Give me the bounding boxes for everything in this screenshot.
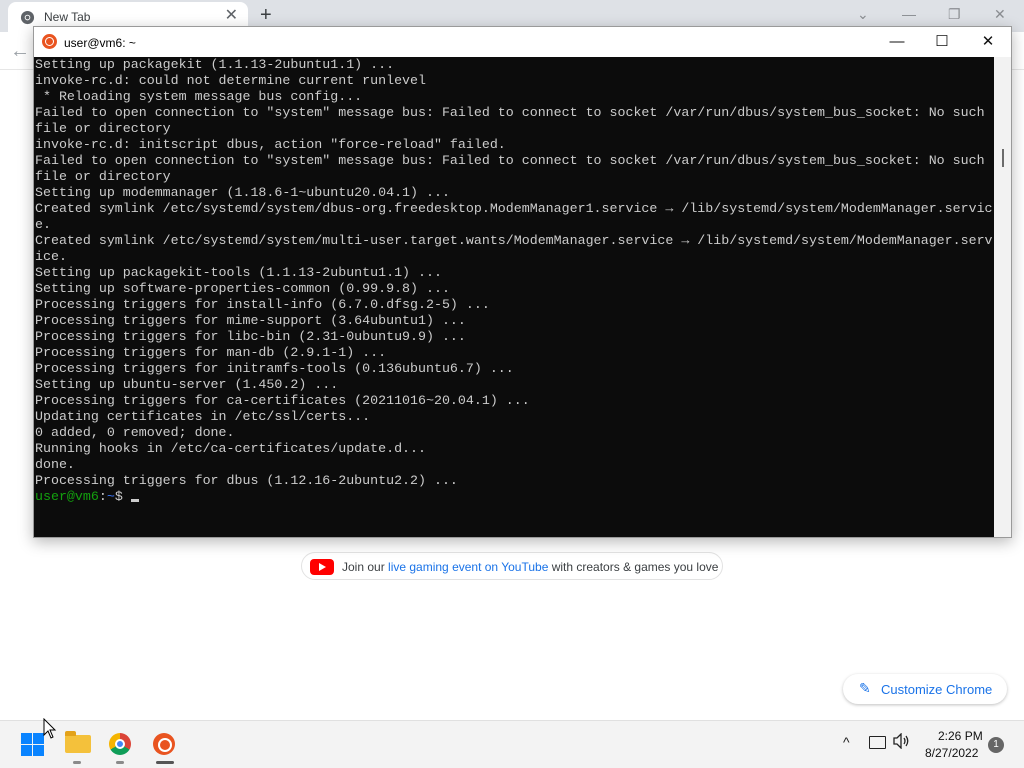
terminal-line: Processing triggers for initramfs-tools …: [35, 361, 514, 376]
pencil-icon: ✎: [859, 680, 871, 696]
terminal-line: done.: [35, 457, 75, 472]
terminal-line: ice.: [35, 249, 67, 264]
file-explorer-indicator: [73, 761, 81, 764]
ubuntu-taskbar-icon[interactable]: [150, 729, 180, 759]
volume-glyph: [893, 732, 909, 750]
text-cursor: [130, 499, 139, 502]
terminal-titlebar[interactable]: user@vm6: ~ — ☐ ✕: [34, 27, 1011, 57]
taskbar: ^ 2:26 PM 8/27/2022 1: [0, 720, 1024, 768]
terminal-lines: Setting up packagekit (1.1.13-2ubuntu1.1…: [35, 57, 994, 489]
volume-icon[interactable]: [893, 732, 911, 754]
terminal-line: Failed to open connection to "system" me…: [35, 105, 985, 120]
chrome-indicator: [116, 761, 124, 764]
terminal-line: Processing triggers for ca-certificates …: [35, 393, 530, 408]
terminal-line: Processing triggers for dbus (1.12.16-2u…: [35, 473, 458, 488]
start-quad: [21, 745, 32, 756]
file-explorer-icon[interactable]: [63, 729, 93, 759]
chrome-icon: [20, 10, 35, 25]
ubuntu-logo: [153, 733, 175, 755]
terminal-line: Setting up modemmanager (1.18.6-1~ubuntu…: [35, 185, 450, 200]
customize-chrome-button[interactable]: ✎ Customize Chrome: [843, 674, 1007, 704]
terminal-line: file or directory: [35, 121, 171, 136]
chrome-logo: [109, 733, 131, 755]
terminal-line: Created symlink /etc/systemd/system/mult…: [35, 233, 993, 248]
terminal-line: Failed to open connection to "system" me…: [35, 153, 985, 168]
terminal-prompt[interactable]: user@vm6:~$: [35, 489, 994, 505]
chrome-minimize-button[interactable]: —: [902, 6, 916, 22]
terminal-line: invoke-rc.d: initscript dbus, action "fo…: [35, 137, 506, 152]
back-arrow-icon[interactable]: ←: [10, 40, 30, 63]
prompt-user: user@vm6: [35, 489, 99, 504]
terminal-title: user@vm6: ~: [64, 36, 136, 50]
terminal-line: e.: [35, 217, 51, 232]
prompt-path: ~: [106, 489, 115, 504]
promo-text: Join our live gaming event on YouTube wi…: [342, 560, 718, 574]
terminal-close-button[interactable]: ✕: [973, 32, 1003, 52]
folder-shape: [65, 731, 91, 753]
promo-prefix: Join our: [342, 560, 389, 574]
youtube-icon: [310, 559, 334, 575]
network-icon[interactable]: [869, 736, 886, 749]
terminal-output[interactable]: Setting up packagekit (1.1.13-2ubuntu1.1…: [34, 57, 994, 537]
new-tab-button[interactable]: +: [260, 5, 272, 25]
clock-time[interactable]: 2:26 PM: [938, 729, 983, 743]
terminal-line: Setting up software-properties-common (0…: [35, 281, 450, 296]
prompt-separator: :: [98, 489, 107, 504]
terminal-line: file or directory: [35, 169, 171, 184]
tab-title: New Tab: [44, 10, 91, 24]
terminal-window: user@vm6: ~ — ☐ ✕ Setting up packagekit …: [33, 26, 1012, 538]
start-quad: [33, 745, 44, 756]
promo-link[interactable]: live gaming event on YouTube: [388, 560, 548, 574]
terminal-line: Running hooks in /etc/ca-certificates/up…: [35, 441, 426, 456]
tab-search-icon[interactable]: ⌄: [857, 6, 869, 23]
terminal-line: Updating certificates in /etc/ssl/certs.…: [35, 409, 371, 424]
chrome-restore-button[interactable]: ❐: [948, 6, 961, 23]
terminal-line: Setting up packagekit (1.1.13-2ubuntu1.1…: [35, 57, 395, 72]
terminal-line: 0 added, 0 removed; done.: [35, 425, 235, 440]
mouse-pointer-icon: [43, 718, 57, 739]
customize-chrome-label: Customize Chrome: [881, 682, 993, 697]
promo-suffix: with creators & games you love: [548, 560, 719, 574]
terminal-maximize-button[interactable]: ☐: [927, 32, 957, 52]
terminal-line: Processing triggers for mime-support (3.…: [35, 313, 466, 328]
tab-close-icon[interactable]: ✕: [225, 8, 238, 24]
terminal-line: invoke-rc.d: could not determine current…: [35, 73, 426, 88]
terminal-line: Setting up ubuntu-server (1.450.2) ...: [35, 377, 339, 392]
terminal-line: Processing triggers for libc-bin (2.31-0…: [35, 329, 466, 344]
terminal-line: * Reloading system message bus config...: [35, 89, 363, 104]
ubuntu-active-indicator: [156, 761, 174, 764]
terminal-minimize-button[interactable]: —: [882, 32, 912, 52]
terminal-scrollbar[interactable]: [994, 57, 1011, 537]
terminal-line: Processing triggers for man-db (2.9.1-1)…: [35, 345, 387, 360]
clock-date[interactable]: 8/27/2022: [925, 746, 978, 760]
prompt-symbol: $: [114, 489, 123, 504]
notification-badge[interactable]: 1: [988, 737, 1004, 753]
chrome-close-button[interactable]: ✕: [994, 6, 1006, 23]
tray-chevron-icon[interactable]: ^: [843, 734, 850, 750]
scrollbar-thumb[interactable]: [1002, 149, 1004, 167]
start-quad: [21, 733, 32, 744]
terminal-line: Created symlink /etc/systemd/system/dbus…: [35, 201, 993, 216]
ubuntu-icon: [42, 34, 57, 49]
chrome-taskbar-icon[interactable]: [106, 729, 136, 759]
terminal-line: Setting up packagekit-tools (1.1.13-2ubu…: [35, 265, 442, 280]
youtube-promo-banner[interactable]: Join our live gaming event on YouTube wi…: [301, 552, 723, 580]
terminal-line: Processing triggers for install-info (6.…: [35, 297, 490, 312]
